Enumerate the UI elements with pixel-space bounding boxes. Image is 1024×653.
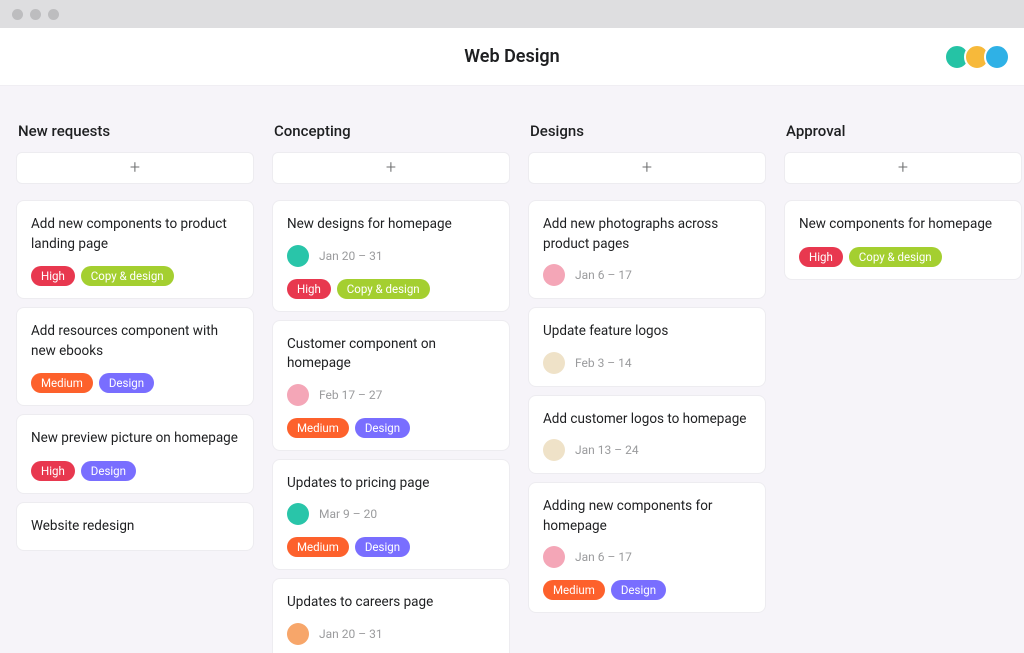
task-card[interactable]: New components for homepage High Copy & de… (784, 200, 1022, 280)
task-card[interactable]: Add new components to product landing pa… (16, 200, 254, 299)
task-tag[interactable]: Design (355, 418, 410, 438)
plus-icon: + (642, 159, 652, 177)
task-card[interactable]: Updates to pricing page Mar 9 – 20 Medium D… (272, 459, 510, 571)
board-column: Approval + New components for homepage High… (784, 122, 1022, 653)
task-card[interactable]: New preview picture on homepage High Desig… (16, 414, 254, 494)
task-date-range: Feb 3 – 14 (575, 356, 632, 370)
task-meta: Jan 13 – 24 (543, 439, 751, 461)
task-tag[interactable]: Design (355, 537, 410, 557)
task-card[interactable]: Add new photographs across product pages… (528, 200, 766, 299)
task-title: Add customer logos to homepage (543, 410, 751, 430)
task-title: New designs for homepage (287, 215, 495, 235)
task-meta: Jan 6 – 17 (543, 546, 751, 568)
task-meta: Jan 20 – 31 (287, 245, 495, 267)
task-tag[interactable]: Medium (287, 418, 349, 438)
task-card[interactable]: Update feature logos Feb 3 – 14 (528, 307, 766, 387)
plus-icon: + (898, 159, 908, 177)
task-card[interactable]: Updates to careers pageJan 20 – 31Medium (272, 578, 510, 653)
task-meta: Jan 20 – 31 (287, 623, 495, 645)
column-title[interactable]: Designs (528, 122, 766, 140)
board-column: Concepting + New designs for homepage Jan 2… (272, 122, 510, 653)
column-title[interactable]: New requests (16, 122, 254, 140)
task-title: New components for homepage (799, 215, 1007, 235)
add-task-button[interactable]: + (16, 152, 254, 184)
assignee-avatar[interactable] (543, 439, 565, 461)
task-tag[interactable]: High (799, 247, 843, 267)
task-tag[interactable]: Medium (31, 373, 93, 393)
task-tag[interactable]: Medium (543, 580, 605, 600)
task-date-range: Jan 6 – 17 (575, 550, 632, 564)
task-title: Customer component on homepage (287, 335, 495, 374)
window-titlebar (0, 0, 1024, 28)
task-tag[interactable]: Medium (287, 537, 349, 557)
task-tag[interactable]: Copy & design (81, 266, 174, 286)
task-tags: High Copy & design (287, 279, 495, 299)
task-tags: Medium Design (31, 373, 239, 393)
assignee-avatar[interactable] (543, 352, 565, 374)
task-meta: Mar 9 – 20 (287, 503, 495, 525)
task-card[interactable]: Customer component on homepage Feb 17 – 2… (272, 320, 510, 451)
task-title: Updates to careers page (287, 593, 495, 613)
add-task-button[interactable]: + (272, 152, 510, 184)
task-meta: Jan 6 – 17 (543, 264, 751, 286)
traffic-light-minimize[interactable] (30, 9, 41, 20)
traffic-light-close[interactable] (12, 9, 23, 20)
member-avatar[interactable] (984, 44, 1010, 70)
task-tags: Medium Design (287, 537, 495, 557)
task-tags: High Design (31, 461, 239, 481)
task-title: Add resources component with new ebooks (31, 322, 239, 361)
task-card[interactable]: Website redesign (16, 502, 254, 552)
assignee-avatar[interactable] (287, 384, 309, 406)
project-title: Web Design (464, 46, 559, 67)
task-date-range: Jan 20 – 31 (319, 627, 383, 641)
task-date-range: Feb 17 – 27 (319, 388, 382, 402)
task-tag[interactable]: High (287, 279, 331, 299)
assignee-avatar[interactable] (543, 264, 565, 286)
task-title: Add new photographs across product pages (543, 215, 751, 254)
task-card[interactable]: Add customer logos to homepage Jan 13 – 2… (528, 395, 766, 475)
task-title: Update feature logos (543, 322, 751, 342)
assignee-avatar[interactable] (287, 245, 309, 267)
task-title: Updates to pricing page (287, 474, 495, 494)
task-tag[interactable]: Design (611, 580, 666, 600)
task-tags: Medium Design (543, 580, 751, 600)
board-column: New requests + Add new components to produ… (16, 122, 254, 653)
task-tags: High Copy & design (31, 266, 239, 286)
task-tag[interactable]: High (31, 266, 75, 286)
traffic-light-zoom[interactable] (48, 9, 59, 20)
add-task-button[interactable]: + (784, 152, 1022, 184)
task-card[interactable]: New designs for homepage Jan 20 – 31 High C… (272, 200, 510, 312)
task-meta: Feb 3 – 14 (543, 352, 751, 374)
task-tag[interactable]: Design (99, 373, 154, 393)
task-tag[interactable]: High (31, 461, 75, 481)
task-title: New preview picture on homepage (31, 429, 239, 449)
board-column: Designs + Add new photographs across produ… (528, 122, 766, 653)
column-title[interactable]: Approval (784, 122, 1022, 140)
assignee-avatar[interactable] (287, 503, 309, 525)
plus-icon: + (130, 159, 140, 177)
task-tags: Medium Design (287, 418, 495, 438)
task-card[interactable]: Add resources component with new ebooks M… (16, 307, 254, 406)
assignee-avatar[interactable] (287, 623, 309, 645)
plus-icon: + (386, 159, 396, 177)
task-tag[interactable]: Copy & design (337, 279, 430, 299)
task-meta: Feb 17 – 27 (287, 384, 495, 406)
kanban-board: New requests + Add new components to produ… (0, 86, 1024, 653)
task-date-range: Jan 13 – 24 (575, 443, 639, 457)
assignee-avatar[interactable] (543, 546, 565, 568)
task-tags: High Copy & design (799, 247, 1007, 267)
task-date-range: Mar 9 – 20 (319, 507, 377, 521)
add-task-button[interactable]: + (528, 152, 766, 184)
column-title[interactable]: Concepting (272, 122, 510, 140)
task-title: Adding new components for homepage (543, 497, 751, 536)
task-tag[interactable]: Design (81, 461, 136, 481)
project-members[interactable] (950, 44, 1010, 70)
task-date-range: Jan 6 – 17 (575, 268, 632, 282)
task-title: Add new components to product landing pa… (31, 215, 239, 254)
task-card[interactable]: Adding new components for homepage Jan 6 … (528, 482, 766, 613)
app-header: Web Design (0, 28, 1024, 86)
task-date-range: Jan 20 – 31 (319, 249, 383, 263)
task-tag[interactable]: Copy & design (849, 247, 942, 267)
task-title: Website redesign (31, 517, 239, 537)
